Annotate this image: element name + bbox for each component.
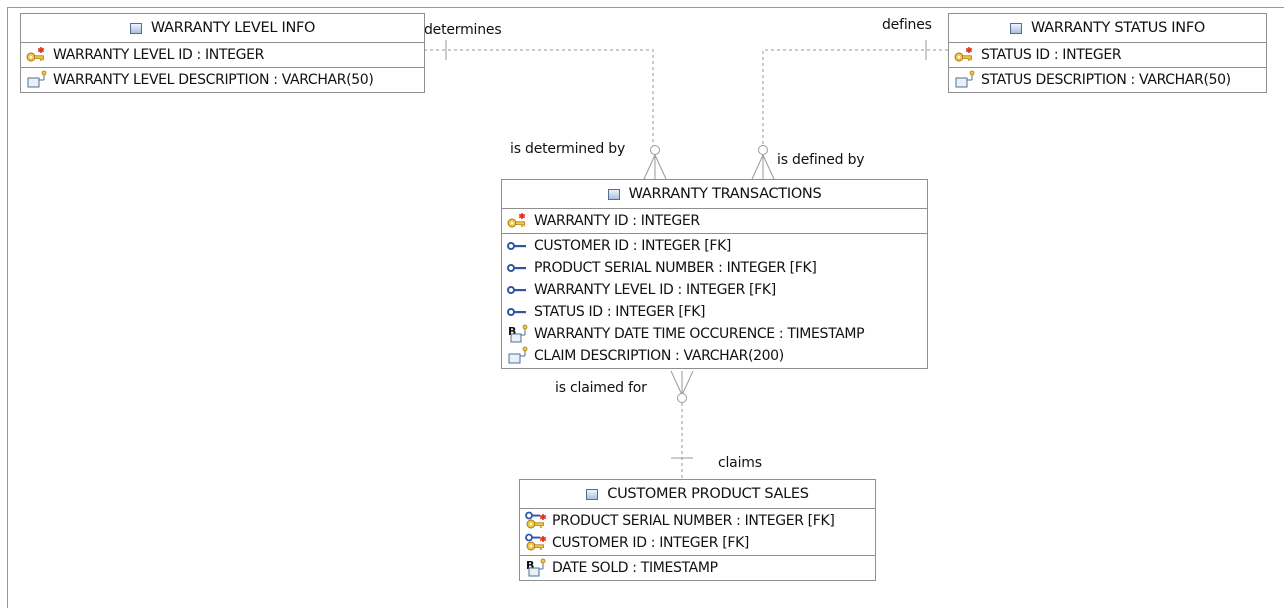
column-label: WARRANTY ID : INTEGER bbox=[534, 213, 700, 229]
entity-header: CUSTOMER PRODUCT SALES bbox=[520, 480, 875, 509]
primary-key-icon bbox=[25, 45, 49, 65]
entity-title: WARRANTY LEVEL INFO bbox=[150, 20, 316, 36]
column-label: DATE SOLD : TIMESTAMP bbox=[552, 560, 718, 576]
entity-title: CUSTOMER PRODUCT SALES bbox=[607, 486, 809, 502]
entity-customer-product-sales[interactable]: CUSTOMER PRODUCT SALES PRODUCT SERIAL NU… bbox=[519, 479, 876, 581]
column-row[interactable]: PRODUCT SERIAL NUMBER : INTEGER [FK] bbox=[520, 510, 875, 532]
attribute-icon bbox=[953, 70, 977, 90]
foreign-key-icon bbox=[506, 236, 530, 256]
table-icon bbox=[607, 188, 620, 200]
column-label: PRODUCT SERIAL NUMBER : INTEGER [FK] bbox=[534, 260, 817, 276]
column-label: STATUS ID : INTEGER [FK] bbox=[534, 304, 706, 320]
column-row[interactable]: WARRANTY ID : INTEGER bbox=[502, 210, 927, 232]
attribute-section: WARRANTY LEVEL DESCRIPTION : VARCHAR(50) bbox=[21, 68, 424, 92]
column-label: PRODUCT SERIAL NUMBER : INTEGER [FK] bbox=[552, 513, 835, 529]
column-row[interactable]: CUSTOMER ID : INTEGER [FK] bbox=[502, 235, 927, 257]
attribute-section: CUSTOMER ID : INTEGER [FK] PRODUCT SERIA… bbox=[502, 234, 927, 368]
column-label: CUSTOMER ID : INTEGER [FK] bbox=[552, 535, 750, 551]
primary-key-section: STATUS ID : INTEGER bbox=[949, 43, 1266, 68]
entity-header: WARRANTY STATUS INFO bbox=[949, 14, 1266, 43]
entity-warranty-transactions[interactable]: WARRANTY TRANSACTIONS WARRANTY ID : INTE… bbox=[501, 179, 928, 369]
relationship-label-is-defined-by: is defined by bbox=[777, 152, 865, 168]
column-row[interactable]: WARRANTY DATE TIME OCCURENCE : TIMESTAMP bbox=[502, 323, 927, 345]
connector-level-to-transactions bbox=[424, 49, 654, 150]
primary-key-section: PRODUCT SERIAL NUMBER : INTEGER [FK] CUS… bbox=[520, 509, 875, 556]
timestamp-attribute-icon bbox=[506, 324, 530, 344]
relationship-label-claims: claims bbox=[718, 455, 762, 471]
entity-warranty-status-info[interactable]: WARRANTY STATUS INFO STATUS ID : INTEGER… bbox=[948, 13, 1267, 93]
timestamp-attribute-icon bbox=[524, 558, 548, 578]
relationship-label-determines: determines bbox=[424, 22, 502, 38]
column-label: CLAIM DESCRIPTION : VARCHAR(200) bbox=[534, 348, 784, 364]
connector-status-to-transactions bbox=[762, 49, 948, 150]
column-row[interactable]: DATE SOLD : TIMESTAMP bbox=[520, 557, 875, 579]
attribute-section: DATE SOLD : TIMESTAMP bbox=[520, 556, 875, 580]
column-row[interactable]: CLAIM DESCRIPTION : VARCHAR(200) bbox=[502, 345, 927, 367]
column-label: CUSTOMER ID : INTEGER [FK] bbox=[534, 238, 732, 254]
foreign-key-icon bbox=[506, 280, 530, 300]
attribute-icon bbox=[25, 70, 49, 90]
column-row[interactable]: PRODUCT SERIAL NUMBER : INTEGER [FK] bbox=[502, 257, 927, 279]
table-icon bbox=[129, 22, 142, 34]
primary-foreign-key-icon bbox=[524, 511, 548, 531]
column-row[interactable]: STATUS DESCRIPTION : VARCHAR(50) bbox=[949, 69, 1266, 91]
column-row[interactable]: CUSTOMER ID : INTEGER [FK] bbox=[520, 532, 875, 554]
relationship-label-defines: defines bbox=[882, 17, 932, 33]
relationship-label-is-claimed-for: is claimed for bbox=[555, 380, 647, 396]
primary-key-section: WARRANTY ID : INTEGER bbox=[502, 209, 927, 234]
column-label: STATUS ID : INTEGER bbox=[981, 47, 1122, 63]
foreign-key-icon bbox=[506, 258, 530, 278]
primary-key-icon bbox=[953, 45, 977, 65]
column-label: WARRANTY LEVEL DESCRIPTION : VARCHAR(50) bbox=[53, 72, 374, 88]
column-label: WARRANTY LEVEL ID : INTEGER bbox=[53, 47, 264, 63]
column-label: WARRANTY LEVEL ID : INTEGER [FK] bbox=[534, 282, 776, 298]
primary-key-section: WARRANTY LEVEL ID : INTEGER bbox=[21, 43, 424, 68]
attribute-section: STATUS DESCRIPTION : VARCHAR(50) bbox=[949, 68, 1266, 92]
attribute-icon bbox=[506, 346, 530, 366]
column-row[interactable]: STATUS ID : INTEGER bbox=[949, 44, 1266, 66]
column-row[interactable]: WARRANTY LEVEL ID : INTEGER bbox=[21, 44, 424, 66]
column-row[interactable]: WARRANTY LEVEL DESCRIPTION : VARCHAR(50) bbox=[21, 69, 424, 91]
table-icon bbox=[586, 488, 599, 500]
foreign-key-icon bbox=[506, 302, 530, 322]
entity-title: WARRANTY TRANSACTIONS bbox=[628, 186, 822, 202]
table-icon bbox=[1009, 22, 1022, 34]
column-row[interactable]: STATUS ID : INTEGER [FK] bbox=[502, 301, 927, 323]
entity-warranty-level-info[interactable]: WARRANTY LEVEL INFO WARRANTY LEVEL ID : … bbox=[20, 13, 425, 93]
entity-header: WARRANTY LEVEL INFO bbox=[21, 14, 424, 43]
primary-key-icon bbox=[506, 211, 530, 231]
column-label: STATUS DESCRIPTION : VARCHAR(50) bbox=[981, 72, 1231, 88]
relationship-label-is-determined-by: is determined by bbox=[510, 141, 626, 157]
entity-header: WARRANTY TRANSACTIONS bbox=[502, 180, 927, 209]
column-label: WARRANTY DATE TIME OCCURENCE : TIMESTAMP bbox=[534, 326, 865, 342]
entity-title: WARRANTY STATUS INFO bbox=[1030, 20, 1205, 36]
column-row[interactable]: WARRANTY LEVEL ID : INTEGER [FK] bbox=[502, 279, 927, 301]
primary-foreign-key-icon bbox=[524, 533, 548, 553]
